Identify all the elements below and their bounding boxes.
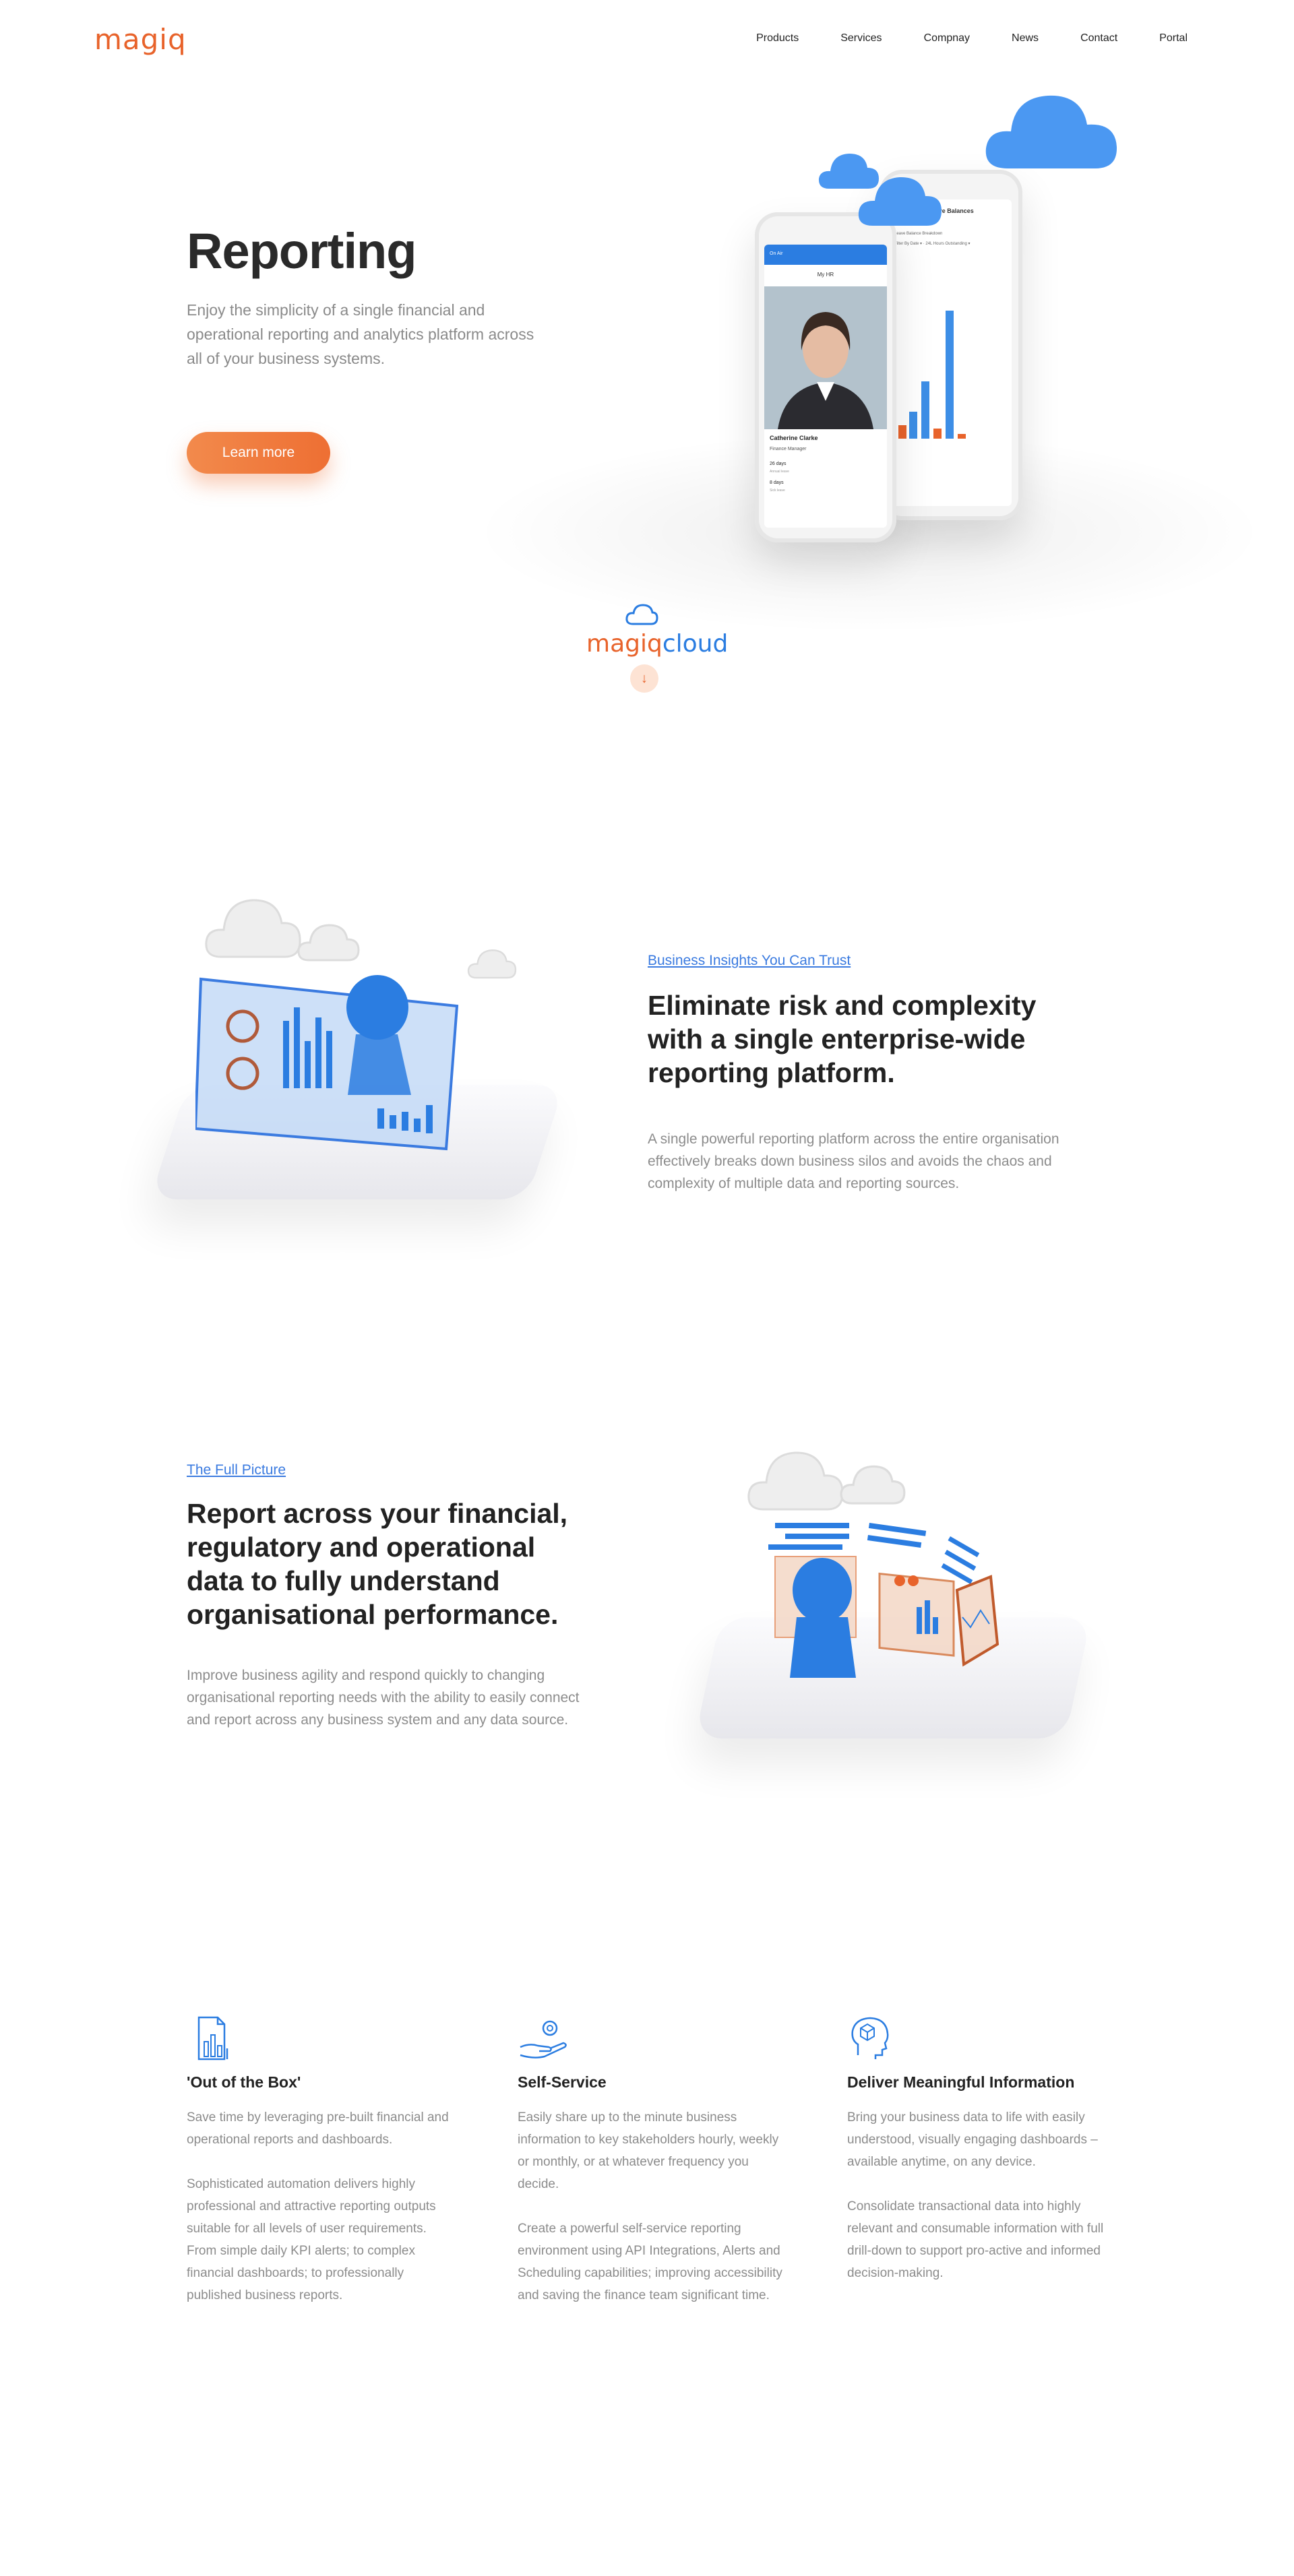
bar-3: [921, 381, 929, 439]
hero-title: Reporting: [187, 223, 417, 279]
app-title: My HR: [817, 272, 834, 278]
learn-more-button[interactable]: Learn more: [187, 432, 330, 474]
sick-leave-label: Sick leave: [770, 489, 785, 493]
phone-status-bar: On Air: [764, 245, 887, 265]
feature-1-text-1: Save time by leveraging pre-built financ…: [187, 2110, 449, 2147]
feature-2-title: Self-Service: [518, 2073, 607, 2091]
section1-heading: Eliminate risk and complexity with a sin…: [648, 990, 1037, 1088]
nav-services[interactable]: Services: [840, 32, 882, 44]
feature-2-text-1: Easily share up to the minute business i…: [518, 2110, 779, 2191]
head-cube-icon: [851, 2017, 889, 2059]
arrow-down-icon: ↓: [641, 670, 648, 686]
section2-heading: Report across your financial, regulatory…: [187, 1498, 568, 1630]
profile-role: Finance Manager: [770, 447, 807, 451]
cloud-small-icon: [818, 154, 879, 189]
nav-company[interactable]: Compnay: [924, 32, 970, 44]
illustration1-cloud-medium-icon: [297, 924, 360, 962]
nav-portal[interactable]: Portal: [1159, 32, 1188, 44]
report-document-icon: [197, 2016, 228, 2061]
annual-leave-value: 26 days: [770, 462, 787, 466]
hero-subtitle: Enjoy the simplicity of a single financi…: [187, 301, 534, 367]
bar-2: [909, 412, 917, 439]
feature-column-3: Deliver Meaningful Information Bring you…: [847, 2015, 1113, 2284]
phone-back-screen: Leave Balances Leave Balance Breakdown F…: [890, 199, 1012, 506]
feature-3-title: Deliver Meaningful Information: [847, 2073, 1075, 2091]
feature-column-2: Self-Service Easily share up to the minu…: [518, 2015, 784, 2306]
bar-6: [958, 434, 966, 439]
feature-2-text-2: Create a powerful self-service reporting…: [518, 2222, 782, 2302]
magiq-cloud-logo: magiqcloud: [586, 630, 728, 658]
bar-5: [946, 311, 954, 439]
section1-body: A single powerful reporting platform acr…: [648, 1131, 1059, 1191]
status-text: On Air: [770, 251, 783, 256]
feature-3-text-2: Consolidate transactional data into high…: [847, 2199, 1104, 2280]
nav-news[interactable]: News: [1012, 32, 1039, 44]
feature-1-text-2: Sophisticated automation delivers highly…: [187, 2177, 436, 2302]
bar-1: [898, 425, 906, 439]
hand-gear-icon: [520, 2020, 567, 2059]
cloud-large-icon: [985, 95, 1117, 168]
section2-body: Improve business agility and respond qui…: [187, 1668, 580, 1728]
section1-eyebrow-link[interactable]: Business Insights You Can Trust: [648, 953, 851, 969]
leave-breakdown-label: Leave Balance Breakdown: [894, 232, 943, 236]
phone-front-screen: On Air My HR Catherine Clarke Finance Ma…: [764, 245, 887, 528]
feature-1-title: 'Out of the Box': [187, 2073, 301, 2091]
annual-leave-label: Annual leave: [770, 470, 789, 474]
illustration2-cloud-large-icon: [747, 1451, 844, 1511]
magiq-logo[interactable]: magiq: [94, 23, 187, 56]
feature-3-text-1: Bring your business data to life with ea…: [847, 2110, 1098, 2169]
main-nav: Products Services Compnay News Contact P…: [714, 32, 1188, 44]
illustration2-cloud-medium-icon: [840, 1465, 906, 1505]
sick-leave-value: 8 days: [770, 480, 784, 485]
phone-front-illustration: On Air My HR Catherine Clarke Finance Ma…: [755, 212, 896, 542]
bar-4: [933, 429, 942, 439]
data-panels-icon: [768, 1523, 999, 1678]
scroll-down-button[interactable]: ↓: [630, 664, 658, 693]
leave-bar-chart: [898, 311, 966, 439]
nav-contact[interactable]: Contact: [1080, 32, 1117, 44]
magiq-cloud-logo-part2: cloud: [662, 630, 729, 658]
feature-column-1: 'Out of the Box' Save time by leveraging…: [187, 2015, 453, 2306]
leave-filter-label: Filter By Date ▾ · 24L Hours Outstanding…: [894, 242, 970, 246]
profile-name: Catherine Clarke: [770, 435, 818, 441]
profile-photo: [764, 286, 887, 429]
illustration1-cloud-large-icon: [205, 899, 301, 958]
section1-illustration: [150, 883, 565, 1321]
magiq-cloud-logo-part1: magiq: [586, 630, 663, 658]
cloud-outline-icon: [625, 604, 658, 625]
glass-dashboard-icon: [195, 975, 459, 1151]
nav-products[interactable]: Products: [756, 32, 799, 44]
section2-eyebrow-link[interactable]: The Full Picture: [187, 1462, 286, 1478]
section2-illustration: [681, 1428, 1112, 1866]
